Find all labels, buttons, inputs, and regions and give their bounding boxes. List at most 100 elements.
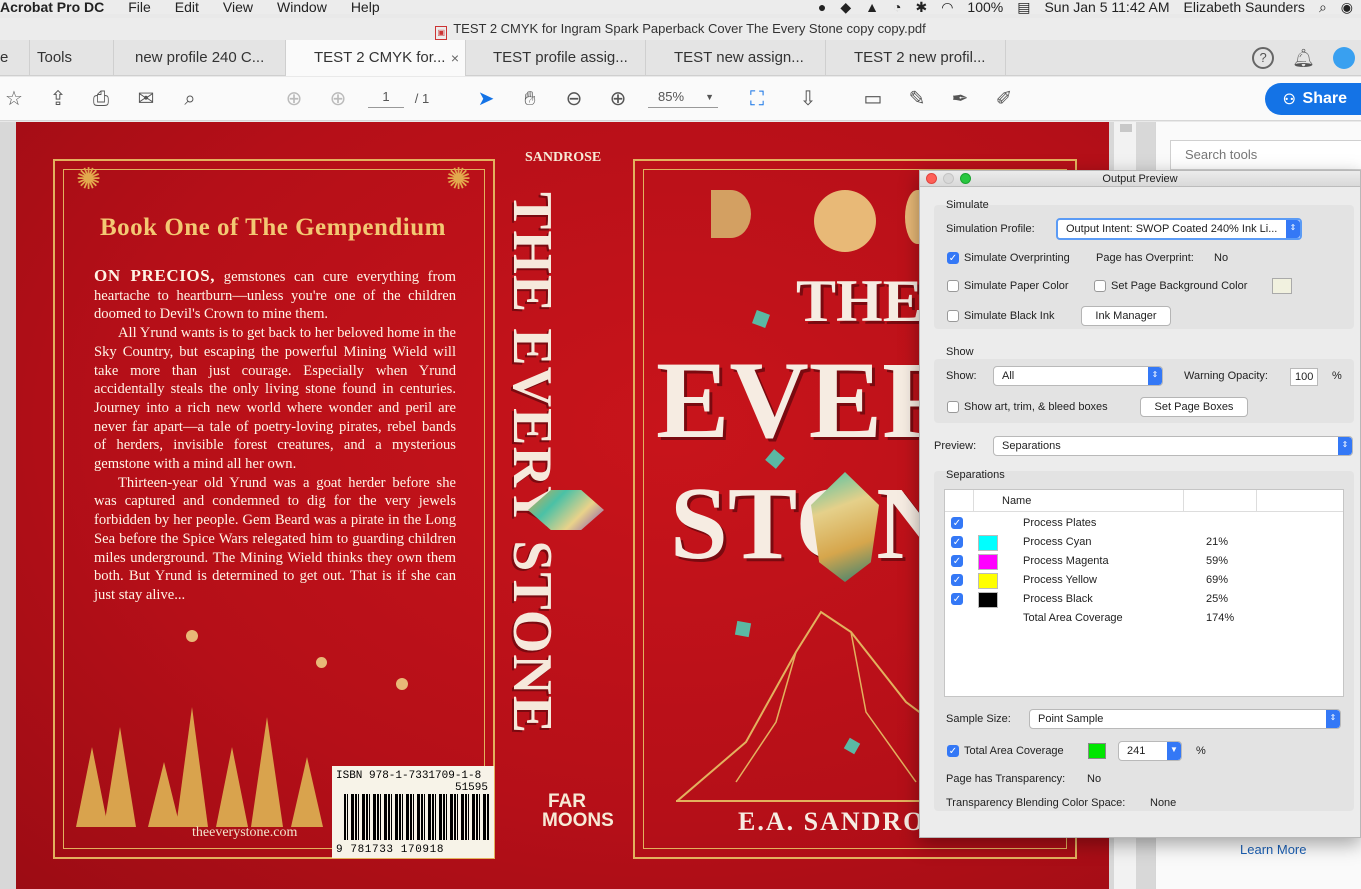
dropbox-icon[interactable]: ◆ (840, 0, 851, 14)
creative-cloud-icon[interactable]: ● (818, 0, 826, 14)
separation-row-black[interactable]: ✓ Process Black 25% (945, 591, 1343, 610)
page-number-input[interactable]: 1 (368, 86, 404, 108)
tab-doc-2[interactable]: TEST 2 CMYK for... × (286, 40, 466, 76)
isbn-barcode: ISBN 978-1-7331709-1-8 51595 9 781733 17… (332, 766, 494, 858)
separation-row-process-plates[interactable]: ✓ Process Plates (945, 515, 1343, 534)
learn-more-link[interactable]: Learn More (1240, 842, 1306, 857)
comment-icon[interactable]: ▭ (861, 86, 885, 112)
menu-window[interactable]: Window (277, 0, 327, 14)
scrollbar-thumb[interactable] (1120, 124, 1132, 132)
zoom-out-icon[interactable]: ⊖ (562, 86, 586, 112)
simulation-profile-label: Simulation Profile: (946, 223, 1035, 235)
separations-table: Name ✓ Process Plates ✓ Process Cyan 21%… (944, 489, 1344, 697)
battery-label[interactable]: 100% (967, 0, 1003, 14)
tab-doc-1[interactable]: new profile 240 C... (114, 40, 286, 76)
tab-doc-4[interactable]: TEST new assign... (646, 40, 826, 76)
warning-opacity-input[interactable]: 100 (1290, 368, 1318, 386)
notification-icon[interactable]: ▲ (865, 0, 879, 14)
name-column-header[interactable]: Name (1002, 495, 1031, 507)
ink-manager-button[interactable]: Ink Manager (1081, 306, 1171, 326)
select-tool-icon[interactable]: ➤ (474, 86, 498, 112)
avatar[interactable] (1333, 47, 1355, 69)
set-page-bg-color-checkbox[interactable] (1094, 280, 1106, 292)
preview-select[interactable]: Separations ⇕ (993, 436, 1353, 456)
bluetooth-icon[interactable]: ✱ (915, 0, 927, 14)
zoom-select[interactable]: 85% ▼ (648, 86, 718, 108)
flag-icon[interactable]: ▤ (1017, 0, 1030, 14)
email-icon[interactable]: ✉ (134, 86, 158, 112)
sample-size-select[interactable]: Point Sample ⇕ (1029, 709, 1341, 729)
yellow-swatch (978, 573, 998, 589)
window-title-bar: ▣ TEST 2 CMYK for Ingram Spark Paperback … (0, 18, 1361, 40)
print-icon[interactable]: ⎙ (89, 86, 113, 112)
share-button[interactable]: ⚇ Share (1265, 83, 1361, 115)
menu-view[interactable]: View (223, 0, 253, 14)
next-page-icon[interactable]: ⊕ (326, 86, 350, 112)
separation-row-total[interactable]: Total Area Coverage 174% (945, 610, 1343, 629)
simulate-paper-color-checkbox[interactable] (947, 280, 959, 292)
separation-checkbox[interactable]: ✓ (951, 555, 963, 567)
search-tools-input[interactable]: Search tools (1170, 140, 1361, 170)
app-menu[interactable]: Acrobat Pro DC (0, 0, 104, 14)
star-icon[interactable]: ☆ (2, 86, 26, 112)
simulation-profile-select[interactable]: Output Intent: SWOP Coated 240% Ink Li..… (1056, 218, 1302, 240)
total-area-coverage-label: Total Area Coverage (964, 745, 1064, 757)
scroll-mode-icon[interactable]: ⇩ (796, 86, 820, 112)
separation-row-cyan[interactable]: ✓ Process Cyan 21% (945, 534, 1343, 553)
menu-file[interactable]: File (128, 0, 151, 14)
preview-label: Preview: (934, 440, 977, 452)
percent-label: % (1332, 370, 1342, 382)
tab-bar: e Tools new profile 240 C... TEST 2 CMYK… (0, 40, 1361, 76)
window-title: TEST 2 CMYK for Ingram Spark Paperback C… (453, 21, 926, 36)
zoom-in-icon[interactable]: ⊕ (606, 86, 630, 112)
separation-name: Total Area Coverage (1023, 612, 1123, 624)
sign-icon[interactable]: ✒ (948, 86, 972, 112)
set-page-boxes-button[interactable]: Set Page Boxes (1140, 397, 1248, 417)
time-machine-icon[interactable]: ◔ (893, 0, 901, 14)
close-window-button[interactable] (926, 173, 937, 184)
tab-doc-5[interactable]: TEST 2 new profil... (826, 40, 1006, 76)
simulate-overprinting-checkbox[interactable]: ✓ (947, 252, 959, 264)
page-bg-color-swatch[interactable] (1272, 278, 1292, 294)
close-icon[interactable]: × (451, 40, 459, 76)
wifi-icon[interactable]: ◠ (941, 0, 953, 14)
help-icon[interactable]: ? (1252, 47, 1275, 69)
simulate-black-ink-checkbox[interactable] (947, 310, 959, 322)
clock[interactable]: Sun Jan 5 11:42 AM (1044, 0, 1169, 14)
dialog-title-bar[interactable]: Output Preview (920, 171, 1360, 187)
separation-checkbox[interactable]: ✓ (951, 593, 963, 605)
zoom-window-button[interactable] (960, 173, 971, 184)
preview-value: Separations (1002, 440, 1061, 452)
moon-ornament (396, 678, 408, 690)
find-icon[interactable]: ⌕ (178, 86, 202, 112)
separation-checkbox[interactable]: ✓ (951, 574, 963, 586)
fit-page-icon[interactable]: ⛶ (740, 86, 774, 112)
separation-name: Process Cyan (1023, 536, 1092, 548)
separation-row-yellow[interactable]: ✓ Process Yellow 69% (945, 572, 1343, 591)
total-area-coverage-checkbox[interactable]: ✓ (947, 745, 959, 757)
pdf-icon: ▣ (435, 26, 448, 40)
user-name[interactable]: Elizabeth Saunders (1184, 0, 1305, 14)
coverage-warning-color-swatch[interactable] (1088, 743, 1106, 759)
show-boxes-checkbox[interactable] (947, 401, 959, 413)
upload-cloud-icon[interactable]: ⇪ (46, 86, 70, 112)
separation-checkbox[interactable]: ✓ (951, 517, 963, 529)
hand-tool-icon[interactable]: ✋︎ (518, 86, 542, 112)
show-select[interactable]: All ⇕ (993, 366, 1163, 386)
spotlight-icon[interactable]: ⌕ (1319, 0, 1327, 14)
tab-home[interactable]: e (0, 40, 30, 76)
menu-help[interactable]: Help (351, 0, 380, 14)
tab-tools[interactable]: Tools (30, 40, 114, 76)
prev-page-icon[interactable]: ⊕ (282, 86, 306, 112)
edit-pdf-icon[interactable]: ✐ (992, 86, 1016, 112)
tab-doc-3[interactable]: TEST profile assig... (466, 40, 646, 76)
highlight-icon[interactable]: ✎ (905, 86, 929, 112)
isbn-text: ISBN 978-1-7331709-1-8 (336, 770, 482, 782)
separation-checkbox[interactable]: ✓ (951, 536, 963, 548)
total-area-coverage-select[interactable]: 241 ▼ (1118, 741, 1182, 761)
minimize-window-button[interactable] (943, 173, 954, 184)
separation-row-magenta[interactable]: ✓ Process Magenta 59% (945, 553, 1343, 572)
menu-edit[interactable]: Edit (175, 0, 199, 14)
bell-icon[interactable]: 🔔︎ (1292, 48, 1315, 69)
siri-icon[interactable]: ◉ (1341, 0, 1353, 14)
